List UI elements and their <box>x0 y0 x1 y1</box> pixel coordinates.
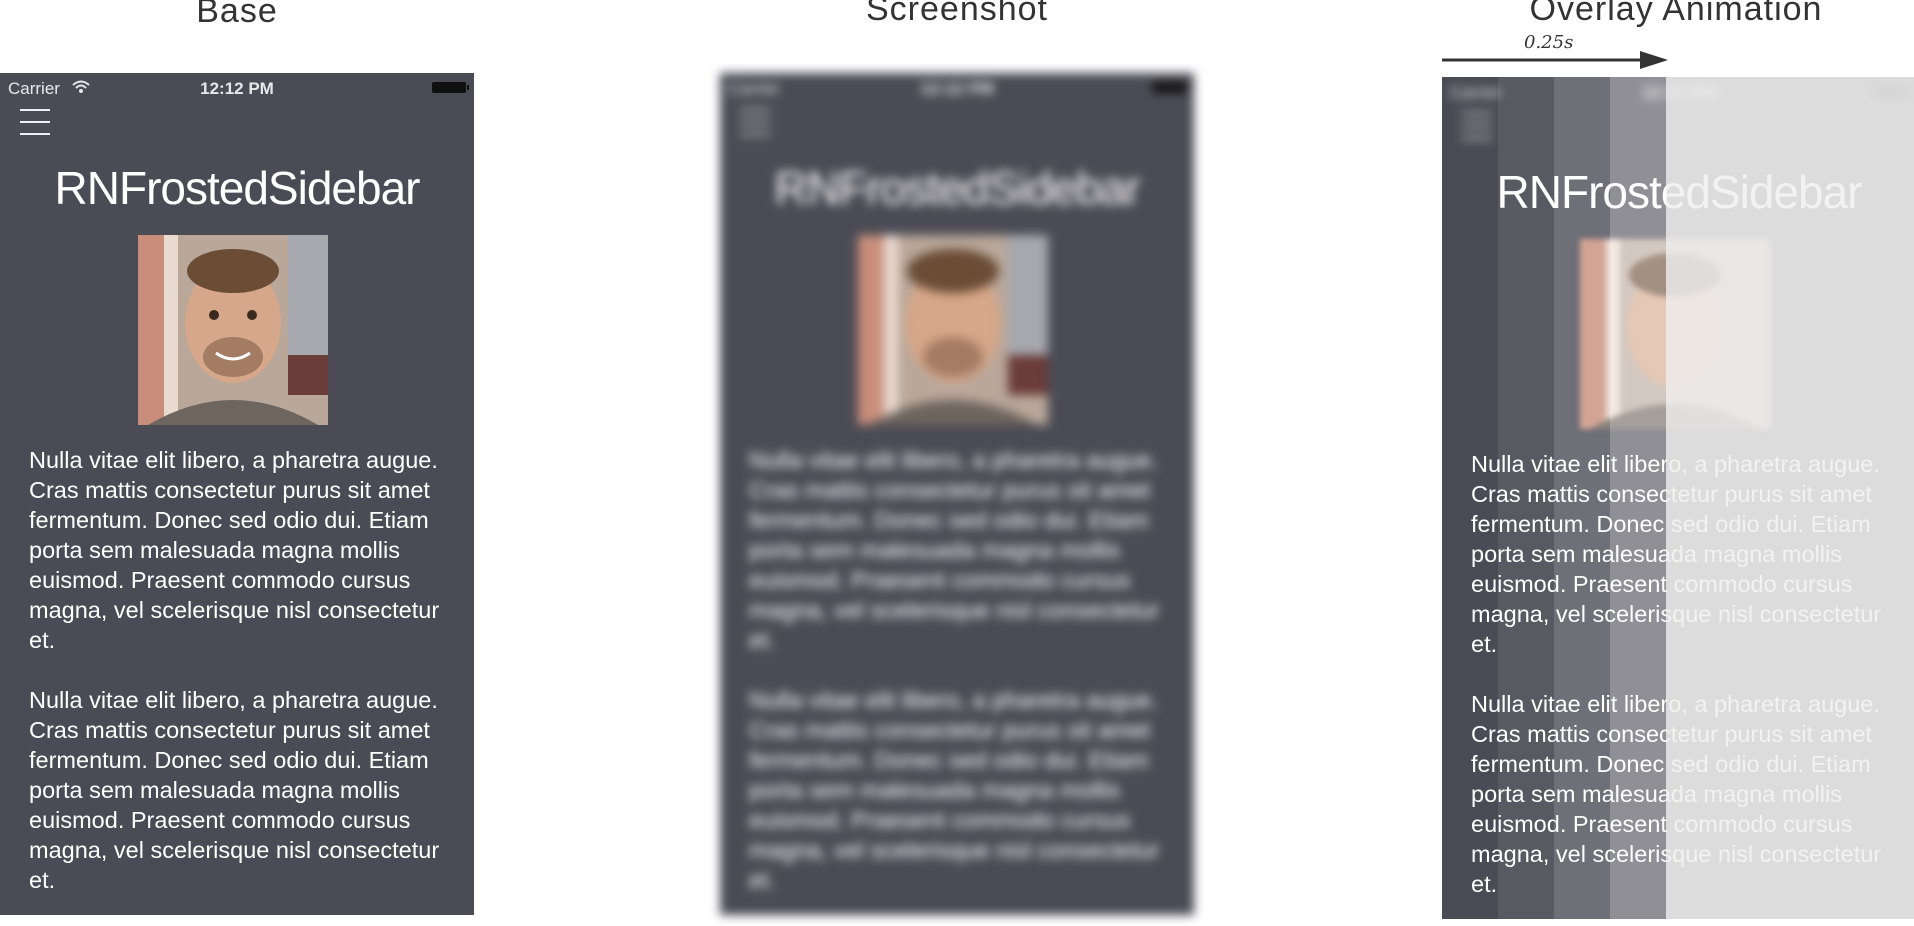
screenshot-column-title: Screenshot <box>866 0 1048 28</box>
battery-icon <box>1152 82 1189 93</box>
base-phone-screen: Carrier 12:12 PM RNFrostedSidebar Nulla … <box>0 73 474 915</box>
overlay-band-3 <box>1610 77 1666 919</box>
screenshot-phone-screen: Carrier 12:12 PM RNFrostedSidebar Nulla … <box>720 73 1194 915</box>
overlay-column-title: Overlay Animation <box>1529 0 1823 28</box>
overlay-band-1 <box>1498 77 1554 919</box>
paragraph-2: Nulla vitae elit libero, a pharetra augu… <box>749 687 1160 893</box>
status-time: 12:12 PM <box>200 79 274 98</box>
avatar <box>858 235 1048 425</box>
paragraph-1: Nulla vitae elit libero, a pharetra augu… <box>29 447 440 653</box>
overlay-band-full <box>1666 77 1914 919</box>
app-title: RNFrostedSidebar <box>774 162 1141 214</box>
animation-duration-label: 0.25s <box>1524 32 1574 53</box>
status-bar: Carrier 12:12 PM <box>720 73 1194 101</box>
app-title: RNFrostedSidebar <box>54 162 421 214</box>
status-time: 12:12 PM <box>920 79 994 98</box>
hamburger-menu-icon <box>1462 111 1492 141</box>
paragraph-2: Nulla vitae elit libero, a pharetra augu… <box>29 687 440 893</box>
overlay-phone-screen: Carrier 12:12 PM RNFrostedSidebar Nulla … <box>1442 77 1914 919</box>
status-bar: Carrier 12:12 PM <box>0 73 474 101</box>
base-column-title: Base <box>196 0 278 30</box>
avatar <box>138 235 328 425</box>
overlay-band-2 <box>1554 77 1610 919</box>
hamburger-menu-icon <box>740 107 770 137</box>
hamburger-menu-icon[interactable] <box>20 107 50 137</box>
battery-icon <box>432 82 469 93</box>
paragraph-1: Nulla vitae elit libero, a pharetra augu… <box>749 447 1160 653</box>
